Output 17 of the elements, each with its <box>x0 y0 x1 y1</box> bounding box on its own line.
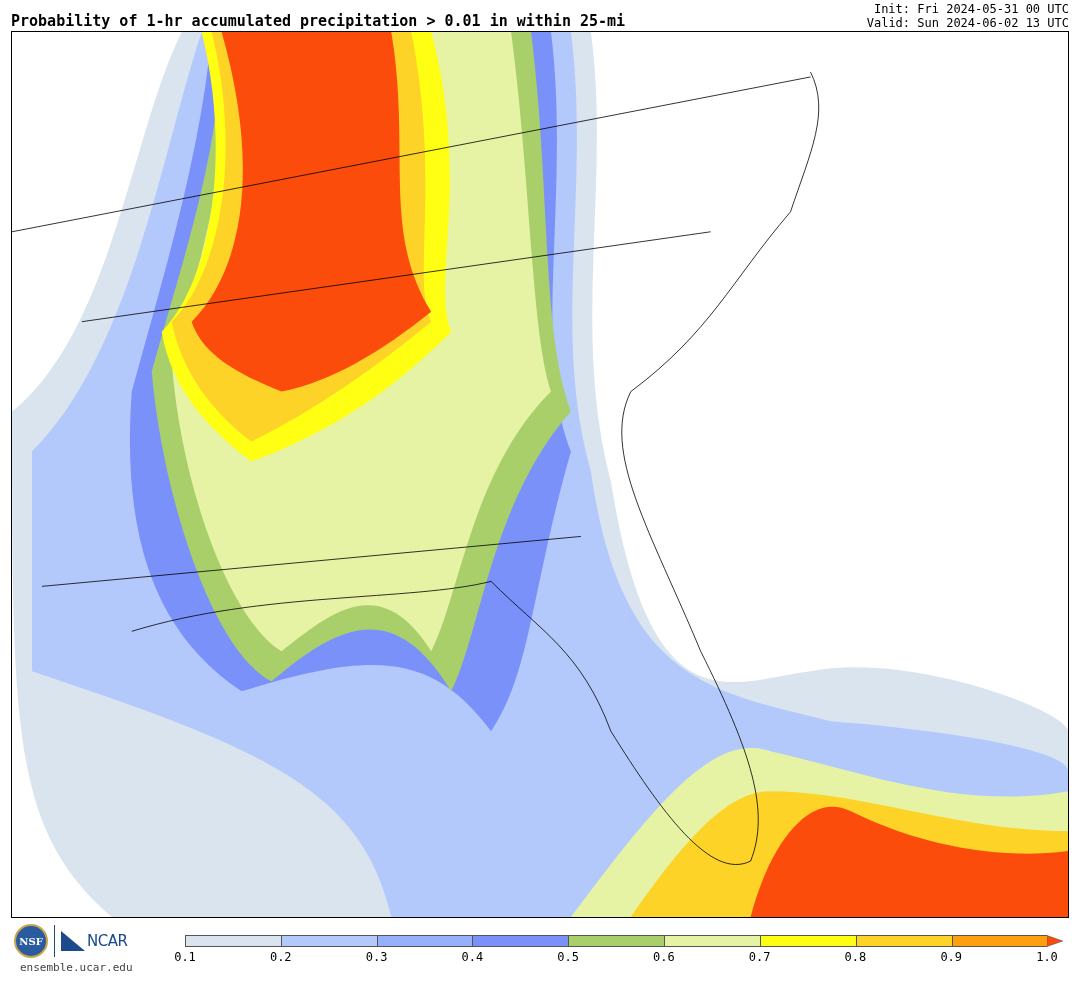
tick-label: 0.6 <box>653 950 675 964</box>
tick-label: 0.4 <box>461 950 484 964</box>
tick-label: 0.3 <box>365 950 388 964</box>
ncar-logo: NCAR <box>87 932 128 950</box>
tick-label: 1.0 <box>1036 950 1058 964</box>
init-time: Init: Fri 2024-05-31 00 UTC <box>872 2 1069 16</box>
plot-title: Probability of 1-hr accumulated precipitation > 0.01 in within 25-mi <box>11 12 626 30</box>
tick-label: 0.7 <box>748 950 771 964</box>
valid-time: Valid: Sun 2024-06-02 13 UTC <box>866 16 1069 30</box>
tick-label: 0.5 <box>557 950 579 964</box>
tick-label: 0.2 <box>269 950 292 964</box>
nsf-logo: NSF <box>14 924 48 958</box>
site-url: ensemble.ucar.edu <box>20 961 133 974</box>
tick-label: 0.9 <box>940 950 963 964</box>
tick-label: 0.8 <box>844 950 867 964</box>
triangle-icon <box>61 931 85 951</box>
tick-label: 0.1 <box>174 950 196 964</box>
